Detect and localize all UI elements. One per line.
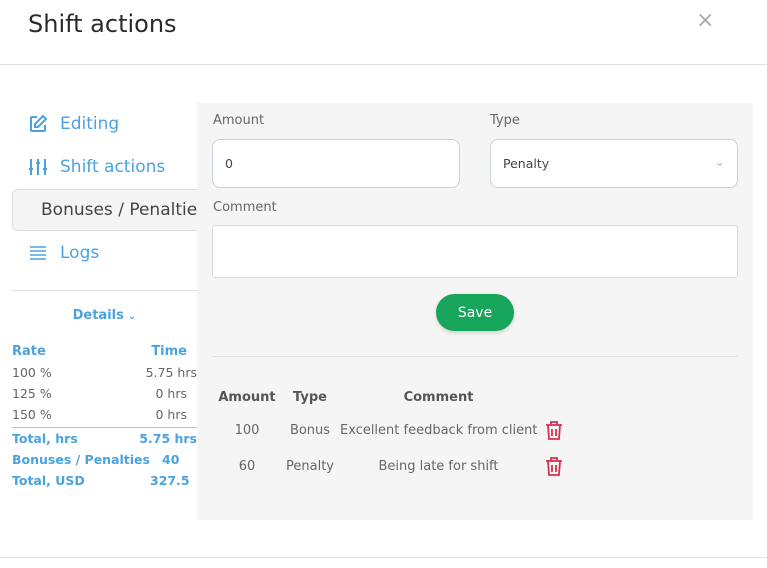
amount-column-header: Amount xyxy=(218,390,276,405)
type-label: Type xyxy=(490,113,520,128)
dialog-title: Shift actions xyxy=(28,10,177,38)
footer-divider xyxy=(0,557,767,558)
row-type: Penalty xyxy=(286,459,334,474)
row-comment: Excellent feedback from client xyxy=(340,423,538,438)
total-usd-row: Total, USD 327.5 xyxy=(12,470,197,491)
rate: 100 % xyxy=(12,365,52,380)
rate: 150 % xyxy=(12,407,52,422)
form-divider xyxy=(212,356,738,357)
time-header: Time xyxy=(151,344,187,359)
sidebar-item-shift-actions[interactable]: Shift actions xyxy=(12,146,197,188)
edit-icon xyxy=(30,114,48,132)
header-divider xyxy=(0,64,767,65)
details-toggle[interactable]: Details ⌄ xyxy=(12,308,197,323)
total-value: 327.5 xyxy=(150,473,190,488)
stats-row: 100 % 5.75 hrs xyxy=(12,365,197,386)
sidebar-item-logs[interactable]: Logs xyxy=(12,232,197,274)
stats-header: Rate Time xyxy=(12,344,197,365)
time: 0 hrs xyxy=(155,386,187,401)
trash-icon[interactable] xyxy=(545,421,563,440)
sidebar-divider xyxy=(12,290,197,291)
total-hrs-row: Total, hrs 5.75 hrs xyxy=(12,428,197,449)
rate: 125 % xyxy=(12,386,52,401)
time: 0 hrs xyxy=(155,407,187,422)
total-value: 40 xyxy=(162,452,180,467)
stats-row: 150 % 0 hrs xyxy=(12,407,197,428)
type-value: Penalty xyxy=(503,156,550,171)
stats-table: Rate Time 100 % 5.75 hrs 125 % 0 hrs 150 % 0… xyxy=(12,344,197,491)
close-icon[interactable]: × xyxy=(696,8,714,33)
list-icon xyxy=(30,246,46,260)
row-comment: Being late for shift xyxy=(378,459,499,474)
chevron-down-icon: ⌄ xyxy=(128,311,137,322)
sidebar-item-label: Bonuses / Penalties xyxy=(41,200,197,220)
chevron-down-icon: ⌄ xyxy=(714,154,725,169)
sidebar-item-bonuses-penalties[interactable]: Bonuses / Penalties xyxy=(12,189,197,231)
total-label: Bonuses / Penalties xyxy=(12,452,150,467)
comment-column-header: Comment xyxy=(403,390,474,405)
amount-input[interactable]: 0 xyxy=(212,139,460,188)
rate-header: Rate xyxy=(12,344,46,359)
total-label: Total, USD xyxy=(12,473,85,488)
comment-label: Comment xyxy=(213,200,277,215)
comment-textarea[interactable] xyxy=(212,225,738,278)
total-value: 5.75 hrs xyxy=(139,431,197,446)
row-amount: 60 xyxy=(238,459,256,474)
type-select[interactable]: Penalty ⌄ xyxy=(490,139,738,188)
time: 5.75 hrs xyxy=(145,365,197,380)
sidebar-item-label: Shift actions xyxy=(60,157,166,177)
sidebar-item-editing[interactable]: Editing xyxy=(12,103,197,145)
row-type: Bonus xyxy=(289,423,331,438)
total-label: Total, hrs xyxy=(12,431,78,446)
bonuses-row: Bonuses / Penalties 40 xyxy=(12,449,197,470)
sidebar-item-label: Logs xyxy=(60,243,100,263)
details-label: Details xyxy=(72,308,124,323)
row-amount: 100 xyxy=(234,423,260,438)
sliders-icon xyxy=(29,159,47,175)
stats-row: 125 % 0 hrs xyxy=(12,386,197,407)
type-column-header: Type xyxy=(293,390,327,405)
trash-icon[interactable] xyxy=(545,457,563,476)
sidebar-item-label: Editing xyxy=(60,114,120,134)
amount-label: Amount xyxy=(213,113,265,128)
save-button[interactable]: Save xyxy=(436,294,514,331)
